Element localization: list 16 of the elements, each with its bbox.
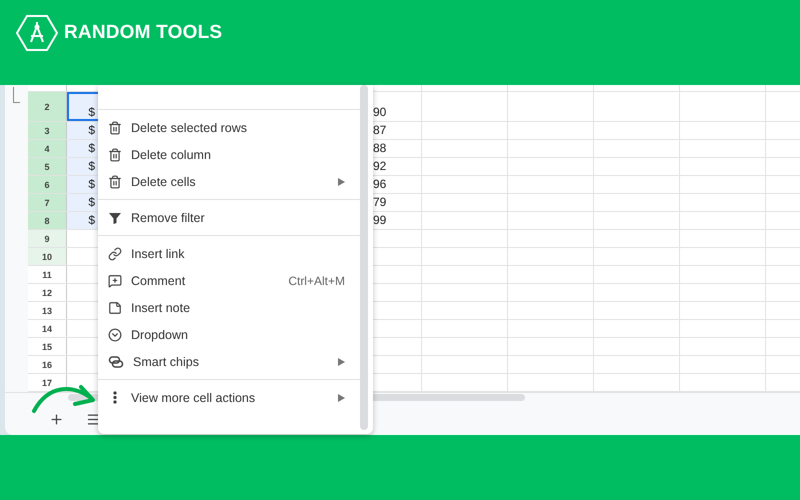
table-cell: 88 [372, 140, 422, 157]
table-cell: $ [67, 194, 100, 211]
shortcut-text: Ctrl+Alt+M [288, 274, 345, 288]
table-cell: $ [67, 122, 100, 139]
table-cell: 96 [372, 176, 422, 193]
brand-name: RANDOM TOOLS [64, 22, 222, 44]
table-cell: 87 [372, 122, 422, 139]
table-cell: 99 [372, 212, 422, 229]
table-cell: $ [67, 176, 100, 193]
table-cell: 92 [372, 158, 422, 175]
table-cell: $ [67, 158, 100, 175]
table-cell: 90 [372, 92, 422, 121]
table-cell: $ [67, 212, 100, 229]
table-cell: 79 [372, 194, 422, 211]
table-cell: $ [67, 140, 100, 157]
table-cell: $ [67, 92, 100, 121]
